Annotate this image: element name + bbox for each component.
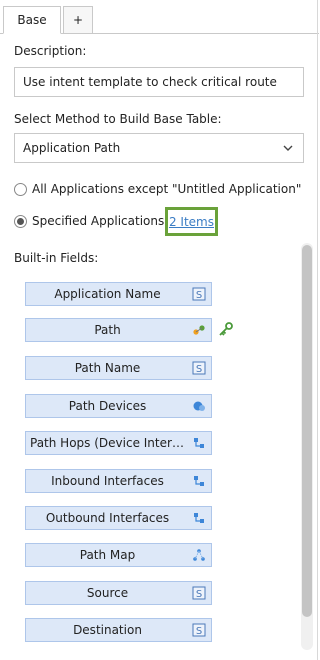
builtin-fields-label: Built-in Fields: <box>14 251 99 265</box>
interfaces-icon <box>194 438 204 448</box>
tab-bar: Base + <box>0 0 319 34</box>
add-tab-button[interactable]: + <box>63 6 93 34</box>
string-icon: S <box>192 287 206 301</box>
interfaces-icon <box>194 476 204 486</box>
radio-all-label: All Applications except "Untitled Applic… <box>32 182 302 196</box>
radio-specified-label: Specified Applications <box>32 214 165 228</box>
key-icon <box>219 322 233 336</box>
chevron-down-icon <box>283 145 293 151</box>
field-label: Path Devices <box>68 399 147 413</box>
devices-icon <box>193 401 205 411</box>
description-input[interactable] <box>14 67 304 97</box>
map-icon <box>193 549 205 561</box>
field-destination[interactable]: Destination S <box>25 618 212 642</box>
field-path-map[interactable]: Path Map <box>25 543 212 567</box>
field-path-hops[interactable]: Path Hops (Device Interfa... <box>25 431 212 455</box>
field-label: Path <box>94 323 121 337</box>
interfaces-icon <box>194 513 204 523</box>
field-path-name[interactable]: Path Name S <box>25 356 212 380</box>
field-label: Inbound Interfaces <box>51 474 164 488</box>
items-link[interactable]: 2 Items <box>169 215 214 229</box>
field-application-name[interactable]: Application Name S <box>25 282 212 306</box>
field-source[interactable]: Source S <box>25 581 212 605</box>
field-label: Path Name <box>74 361 141 375</box>
field-outbound-interfaces[interactable]: Outbound Interfaces <box>25 506 212 530</box>
string-icon: S <box>192 586 206 600</box>
scrollbar-thumb[interactable] <box>302 245 312 617</box>
field-path-devices[interactable]: Path Devices <box>25 394 212 418</box>
svg-text:S: S <box>196 290 202 301</box>
radio-specified-button[interactable] <box>14 214 27 228</box>
items-link-highlight: 2 Items <box>165 207 218 236</box>
path-icon <box>193 325 205 335</box>
svg-text:S: S <box>196 626 202 637</box>
svg-text:S: S <box>196 589 202 600</box>
radio-all-button[interactable] <box>14 182 27 196</box>
tab-base[interactable]: Base <box>3 6 61 34</box>
panel-border <box>317 0 318 660</box>
field-label: Path Hops (Device Interfa... <box>30 436 185 450</box>
method-select[interactable]: Application Path <box>14 133 304 163</box>
field-inbound-interfaces[interactable]: Inbound Interfaces <box>25 469 212 493</box>
string-icon: S <box>192 623 206 637</box>
method-label: Select Method to Build Base Table: <box>14 112 222 126</box>
radio-all-applications[interactable]: All Applications except "Untitled Applic… <box>14 180 301 198</box>
field-label: Source <box>86 586 129 600</box>
radio-specified-applications[interactable]: Specified Applications <box>14 212 164 230</box>
string-icon: S <box>192 361 206 375</box>
svg-text:S: S <box>196 364 202 375</box>
field-label: Application Name <box>54 287 161 301</box>
description-label: Description: <box>14 44 87 58</box>
method-select-value: Application Path <box>23 141 121 155</box>
field-path[interactable]: Path <box>25 318 212 342</box>
field-label: Path Map <box>79 548 136 562</box>
field-label: Outbound Interfaces <box>45 511 170 525</box>
field-label: Destination <box>73 623 142 637</box>
